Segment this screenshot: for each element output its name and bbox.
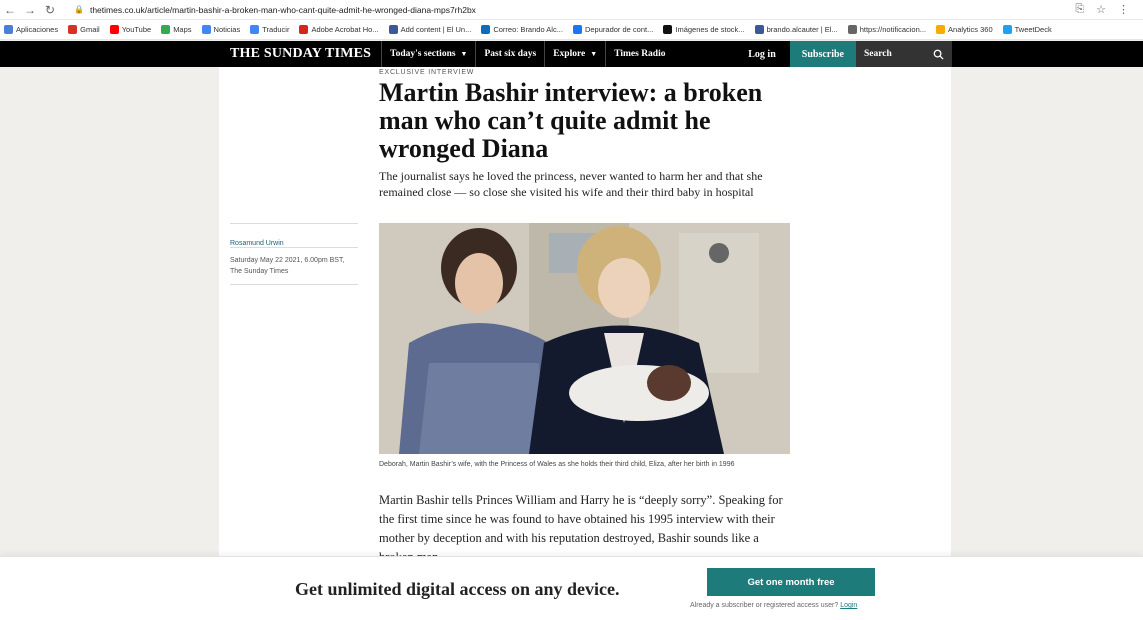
bookmark-item[interactable]: https://notificacion... (847, 25, 926, 34)
article-photo (379, 223, 790, 454)
translate-icon[interactable]: ⎘ (1075, 3, 1084, 16)
bookmark-item[interactable]: Imágenes de stock... (663, 25, 745, 34)
bookmark-item[interactable]: brando.alcauter | El... (754, 25, 838, 34)
login-link[interactable]: Log in (734, 41, 790, 67)
back-icon[interactable]: ← (0, 0, 20, 20)
bookmark-item[interactable]: YouTube (109, 25, 151, 34)
bookmark-item[interactable]: Analytics 360 (936, 25, 993, 34)
lock-icon: 🔒 (74, 5, 84, 14)
tweetdeck-icon (1002, 25, 1012, 34)
site-header: THE SUNDAY TIMES Today's sections ▼ Past … (0, 41, 1143, 67)
bookmark-item[interactable]: Correo: Brando Alc... (481, 25, 563, 34)
site-logo[interactable]: THE SUNDAY TIMES (220, 46, 381, 62)
bookmark-item[interactable]: Maps (161, 25, 192, 34)
apps-grid-icon (4, 25, 13, 34)
forward-icon[interactable]: → (20, 0, 40, 20)
publish-date: Saturday May 22 2021, 6.00pm BST, (230, 257, 345, 264)
bookmark-item[interactable]: Adobe Acrobat Ho... (299, 25, 379, 34)
search-box[interactable]: Search (856, 41, 952, 67)
site-icon (388, 25, 398, 34)
translate-icon (250, 25, 260, 34)
paywall-banner: Get unlimited digital access on any devi… (0, 556, 1143, 620)
article-kicker: EXCLUSIVE INTERVIEW (379, 69, 475, 76)
bookmark-item[interactable]: Noticias (201, 25, 240, 34)
paywall-login-link[interactable]: Login (840, 602, 857, 609)
article-container: EXCLUSIVE INTERVIEW Martin Bashir interv… (219, 67, 951, 564)
byline: Rosamund Urwin (230, 223, 358, 250)
site-icon (754, 25, 764, 34)
analytics-icon (936, 25, 946, 34)
chevron-down-icon: ▼ (590, 50, 598, 58)
bookmarks-bar: Aplicaciones Gmail YouTube Maps Noticias… (0, 20, 1143, 40)
article-meta: Saturday May 22 2021, 6.00pm BST, The Su… (230, 247, 358, 285)
maps-pin-icon (161, 25, 171, 34)
bookmark-item[interactable]: Gmail (68, 25, 100, 34)
news-icon (201, 25, 211, 34)
photo-illustration (379, 223, 790, 454)
bookmark-star-icon[interactable]: ☆ (1096, 3, 1106, 16)
article-headline: Martin Bashir interview: a broken man wh… (379, 78, 763, 163)
bookmark-item[interactable]: Traducir (250, 25, 289, 34)
url-text: thetimes.co.uk/article/martin-bashir-a-b… (89, 4, 476, 15)
nav-past-six-days[interactable]: Past six days (475, 41, 544, 67)
nav-todays-sections[interactable]: Today's sections ▼ (381, 41, 475, 67)
bookmark-item[interactable]: TweetDeck (1002, 25, 1052, 34)
chevron-down-icon: ▼ (460, 50, 468, 58)
search-icon (933, 49, 944, 60)
subscribe-button[interactable]: Subscribe (789, 41, 856, 67)
bookmark-item[interactable]: Add content | El Un... (388, 25, 471, 34)
paywall-note: Already a subscriber or registered acces… (690, 602, 858, 609)
paywall-title: Get unlimited digital access on any devi… (295, 579, 620, 599)
nav-times-radio[interactable]: Times Radio (605, 41, 673, 67)
publication-name: The Sunday Times (230, 268, 289, 275)
bookmark-item[interactable]: Aplicaciones (4, 25, 58, 34)
facebook-icon (572, 25, 582, 34)
reload-icon[interactable]: ↻ (40, 0, 60, 20)
author-link[interactable]: Rosamund Urwin (230, 240, 284, 247)
free-trial-button[interactable]: Get one month free (707, 568, 875, 596)
stock-images-icon (663, 25, 673, 34)
nav-explore[interactable]: Explore ▼ (544, 41, 605, 67)
photo-caption: Deborah, Martin Bashir’s wife, with the … (379, 461, 735, 468)
browser-toolbar: ← → ↻ 🔒 thetimes.co.uk/article/martin-ba… (0, 0, 1143, 20)
menu-icon[interactable]: ⋮ (1118, 3, 1129, 16)
gmail-icon (68, 25, 78, 34)
acrobat-icon (299, 25, 309, 34)
outlook-icon (481, 25, 491, 34)
globe-icon (847, 25, 857, 34)
youtube-icon (109, 25, 119, 34)
bookmark-item[interactable]: Depurador de cont... (572, 25, 653, 34)
article-standfirst: The journalist says he loved the princes… (379, 169, 763, 199)
address-bar[interactable]: 🔒 thetimes.co.uk/article/martin-bashir-a… (74, 5, 476, 15)
